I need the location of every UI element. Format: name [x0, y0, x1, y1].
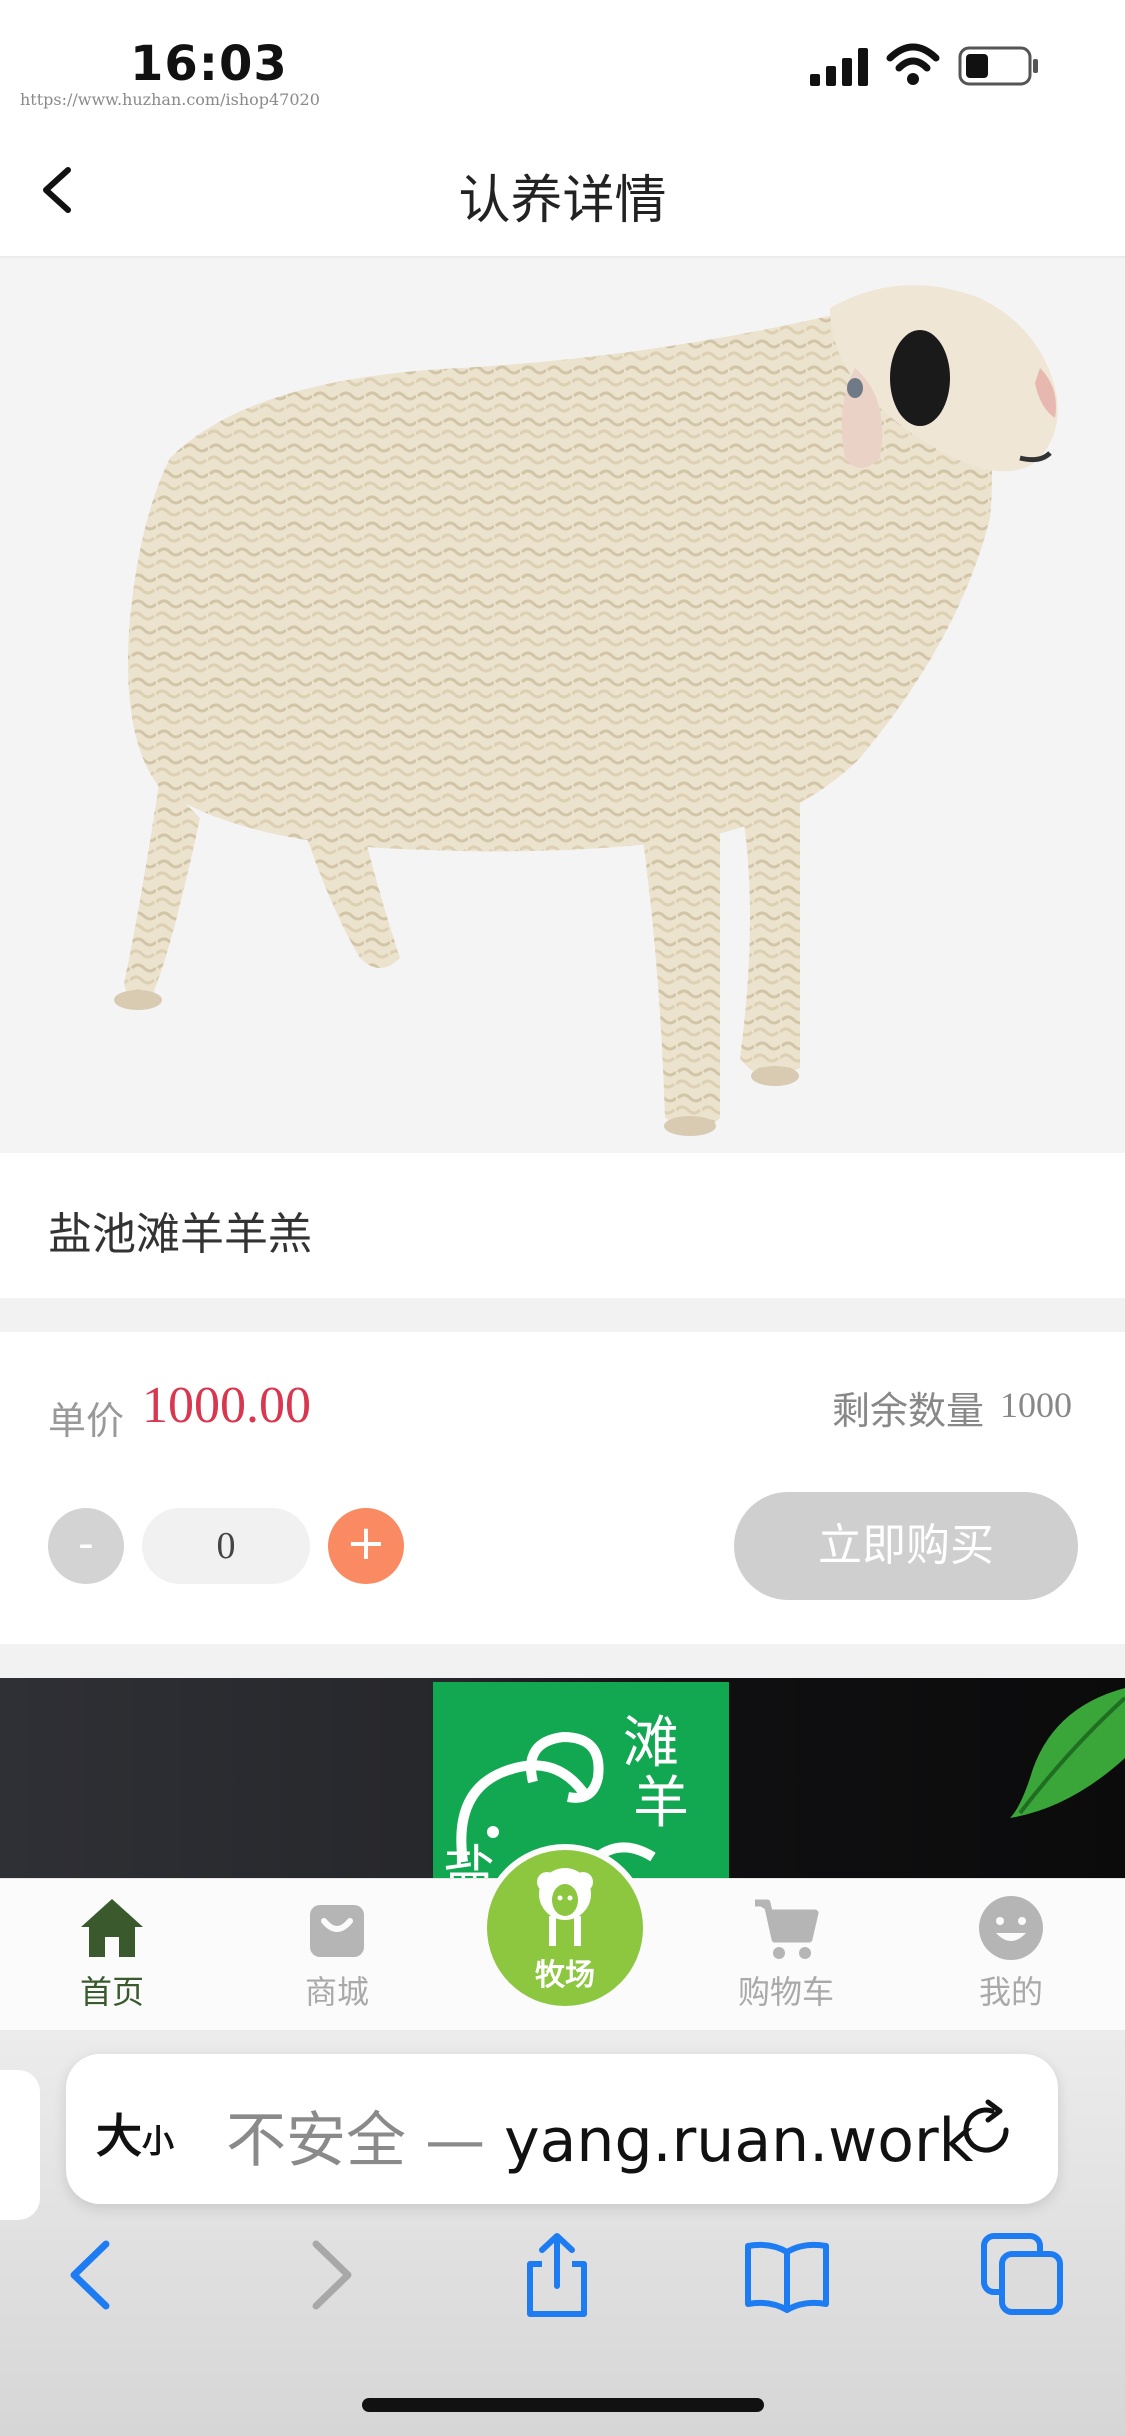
browser-toolbar: 大小 不安全 — yang.ruan.work [0, 2030, 1125, 2436]
tab-home-label: 首页 [79, 1973, 144, 2011]
price-value: 1000.00 [142, 1377, 311, 1434]
tab-ranch-label: 牧场 [535, 1958, 595, 1993]
page-title: 认养详情 [458, 171, 667, 231]
insecure-label: 不安全 — [226, 2106, 505, 2176]
tab-home[interactable]: 首页 [32, 1893, 192, 2023]
previous-tab-card[interactable] [0, 2070, 40, 2220]
product-name-card: 盐池滩羊羊羔 [0, 1153, 1125, 1298]
cellular-signal-icon [810, 48, 868, 86]
tab-mine[interactable]: 我的 [931, 1893, 1091, 2023]
product-image [0, 258, 1125, 1153]
purchase-card: 单价 1000.00 剩余数量 1000 - + 立即购买 [0, 1332, 1125, 1644]
sheep-icon [537, 1868, 593, 1946]
text-size-small: 小 [142, 2122, 175, 2160]
home-indicator [362, 2398, 764, 2412]
tab-mine-label: 我的 [978, 1973, 1043, 2011]
smiley-icon [979, 1896, 1043, 1960]
text-size-button[interactable]: 大小 [96, 2100, 174, 2166]
tab-ranch[interactable]: 牧场 [487, 1850, 643, 2006]
tabs-icon[interactable] [978, 2230, 1068, 2320]
url-domain: yang.ruan.work [504, 2106, 974, 2176]
sheep-illustration [114, 285, 1058, 1136]
wifi-icon [886, 43, 940, 85]
quantity-input[interactable] [142, 1508, 310, 1584]
logo-char-2: 羊 [633, 1771, 689, 1836]
cart-icon [755, 1899, 819, 1959]
reload-icon[interactable] [952, 2096, 1022, 2166]
status-bar: 16:03 https://www.huzhan.com/ishop47020 [0, 0, 1125, 120]
share-icon[interactable] [512, 2230, 602, 2320]
browser-back-icon[interactable] [50, 2230, 140, 2320]
stock-value: 1000 [1000, 1385, 1072, 1425]
url-display[interactable]: 不安全 — yang.ruan.work [226, 2092, 986, 2179]
home-icon [81, 1899, 143, 1957]
tab-cart[interactable]: 购物车 [706, 1893, 866, 2023]
buy-now-button[interactable]: 立即购买 [734, 1492, 1078, 1600]
status-time: 16:03 [130, 36, 288, 92]
address-bar[interactable]: 大小 不安全 — yang.ruan.work [66, 2054, 1058, 2204]
browser-forward-icon[interactable] [282, 2230, 372, 2320]
stock-label: 剩余数量 [832, 1389, 985, 1433]
tab-mall-label: 商城 [304, 1973, 369, 2011]
nav-bar: 认养详情 [0, 120, 1125, 258]
bookmarks-icon[interactable] [742, 2230, 832, 2320]
tab-mall[interactable]: 商城 [257, 1893, 417, 2023]
battery-icon [958, 46, 1038, 86]
tab-cart-label: 购物车 [737, 1973, 834, 2011]
decrease-quantity-button[interactable]: - [48, 1508, 124, 1584]
price-label: 单价 [48, 1399, 125, 1443]
watermark-text: https://www.huzhan.com/ishop47020 [20, 90, 320, 109]
leaf-decoration [1010, 1688, 1125, 1818]
logo-char-1: 滩 [623, 1711, 679, 1776]
product-name: 盐池滩羊羊羔 [48, 1209, 312, 1260]
text-size-big: 大 [96, 2109, 142, 2163]
shopping-bag-icon [310, 1905, 364, 1957]
increase-quantity-button[interactable]: + [328, 1508, 404, 1584]
